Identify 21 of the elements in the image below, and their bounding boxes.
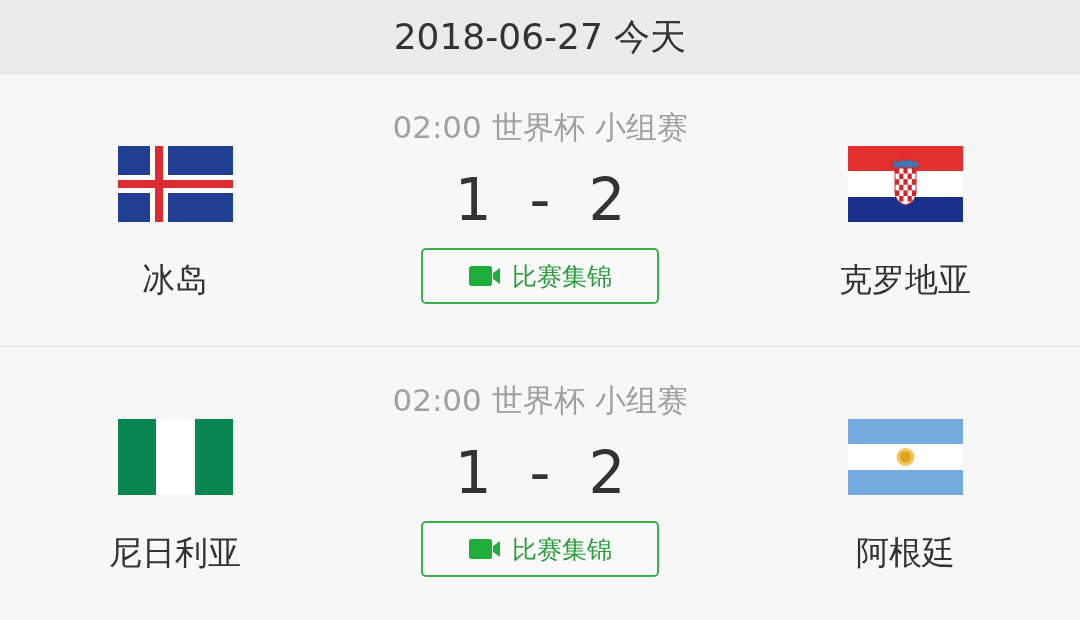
team-score: 1 — [454, 170, 492, 230]
team-score: 2 — [588, 443, 626, 503]
highlights-button[interactable]: 比赛集锦 — [421, 521, 659, 577]
score-separator: - — [529, 443, 551, 503]
team-name: 克罗地亚 — [839, 260, 971, 300]
video-camera-icon — [468, 538, 500, 560]
score-separator: - — [529, 170, 551, 230]
flag-icon — [847, 419, 963, 495]
team-name: 尼日利亚 — [109, 533, 241, 573]
team-score: 1 — [454, 443, 492, 503]
match-info: 02:00 世界杯 小组赛 — [392, 382, 688, 418]
highlights-button[interactable]: 比赛集锦 — [421, 248, 659, 304]
team-score: 2 — [588, 170, 626, 230]
flag-icon — [847, 146, 963, 222]
video-camera-icon — [468, 265, 500, 287]
flag-icon — [117, 146, 233, 222]
date-title: 2018-06-27 今天 — [393, 14, 687, 59]
match-info: 02:00 世界杯 小组赛 — [392, 109, 688, 145]
team-name: 冰岛 — [142, 260, 208, 300]
flag-icon — [117, 419, 233, 495]
team-name: 阿根廷 — [855, 533, 955, 573]
